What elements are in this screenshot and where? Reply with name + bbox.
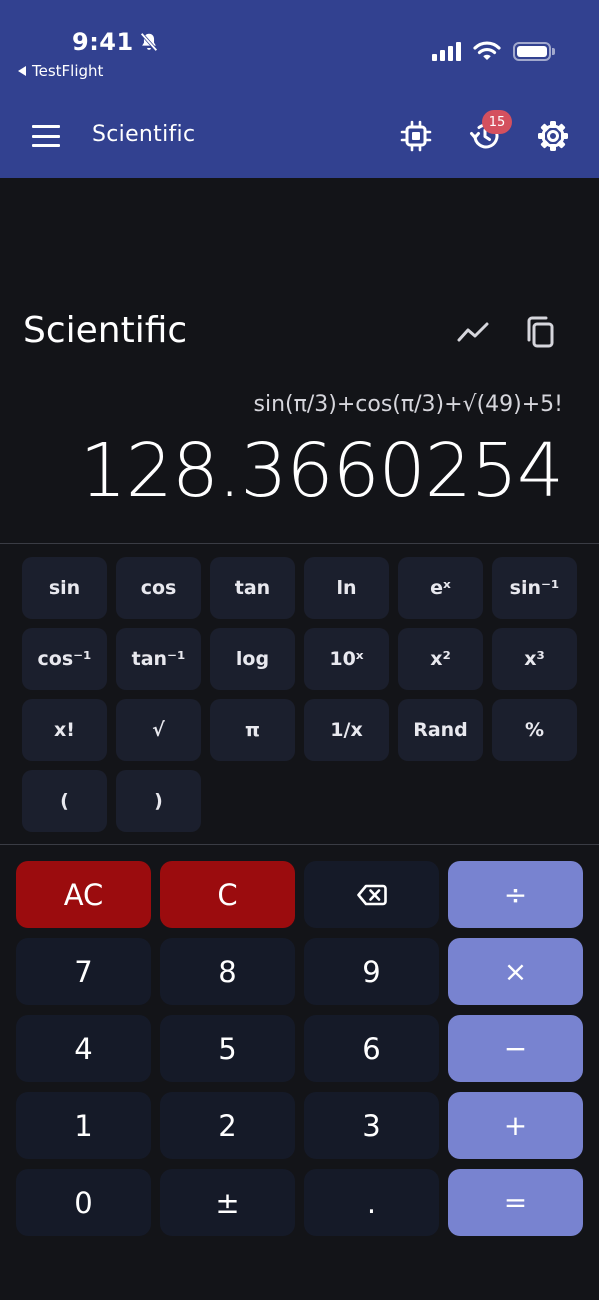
divide-button[interactable]: ÷ xyxy=(448,861,583,928)
digit-5-button[interactable]: 5 xyxy=(160,1015,295,1082)
display-mode-title: Scientific xyxy=(23,310,188,351)
sci-key-button[interactable]: √ xyxy=(116,699,201,761)
sci-key-button[interactable]: ( xyxy=(22,770,107,832)
plus-minus-button[interactable]: ± xyxy=(160,1169,295,1236)
trend-line-icon[interactable] xyxy=(455,314,491,350)
history-count-badge: 15 xyxy=(482,110,512,134)
sci-key-button[interactable]: ln xyxy=(304,557,389,619)
gear-icon[interactable] xyxy=(536,119,570,153)
menu-icon[interactable] xyxy=(32,125,60,147)
result-value: 128.3660254 xyxy=(79,428,564,514)
plus-button[interactable]: + xyxy=(448,1092,583,1159)
sci-key-button[interactable]: π xyxy=(210,699,295,761)
digit-4-button[interactable]: 4 xyxy=(16,1015,151,1082)
expression-text: sin(π/3)+cos(π/3)+√(49)+5! xyxy=(253,392,563,417)
digit-1-button[interactable]: 1 xyxy=(16,1092,151,1159)
divider-top xyxy=(0,543,599,544)
back-app-label: TestFlight xyxy=(32,62,104,80)
sci-key-button[interactable]: x³ xyxy=(492,628,577,690)
sci-key-button[interactable]: 1/x xyxy=(304,699,389,761)
divider-bottom xyxy=(0,844,599,845)
sci-key-button[interactable]: Rand xyxy=(398,699,483,761)
all-clear-button[interactable]: AC xyxy=(16,861,151,928)
battery-icon xyxy=(513,41,555,61)
sci-key-button[interactable]: cos xyxy=(116,557,201,619)
main-keypad: AC C ÷ 7 8 9 × 4 5 6 − 1 2 3 + 0 ± . = xyxy=(16,861,583,1236)
sci-key-button[interactable]: cos⁻¹ xyxy=(22,628,107,690)
digit-8-button[interactable]: 8 xyxy=(160,938,295,1005)
back-to-testflight[interactable]: TestFlight xyxy=(18,62,103,80)
digit-7-button[interactable]: 7 xyxy=(16,938,151,1005)
backspace-icon xyxy=(356,884,387,905)
wifi-icon xyxy=(473,41,501,60)
decimal-point-button[interactable]: . xyxy=(304,1169,439,1236)
status-icons xyxy=(432,40,555,62)
clear-button[interactable]: C xyxy=(160,861,295,928)
app-header: 9:41 TestFlight Scientific 15 xyxy=(0,0,599,178)
digit-0-button[interactable]: 0 xyxy=(16,1169,151,1236)
sci-key-button[interactable]: 10ˣ xyxy=(304,628,389,690)
backspace-button[interactable] xyxy=(304,861,439,928)
back-arrow-icon xyxy=(18,66,26,76)
copy-icon[interactable] xyxy=(523,314,559,350)
minus-button[interactable]: − xyxy=(448,1015,583,1082)
sci-key-button[interactable]: eˣ xyxy=(398,557,483,619)
sci-key-button[interactable]: ) xyxy=(116,770,201,832)
chip-icon[interactable] xyxy=(399,119,433,153)
sci-key-button[interactable]: log xyxy=(210,628,295,690)
digit-2-button[interactable]: 2 xyxy=(160,1092,295,1159)
scientific-keypad: sin cos tan ln eˣ sin⁻¹ cos⁻¹ tan⁻¹ log 10ˣ x² x³ x!… xyxy=(22,557,577,832)
digit-3-button[interactable]: 3 xyxy=(304,1092,439,1159)
sci-key-button[interactable]: sin⁻¹ xyxy=(492,557,577,619)
digit-6-button[interactable]: 6 xyxy=(304,1015,439,1082)
app-bar-title: Scientific xyxy=(92,122,196,147)
sci-key-button[interactable]: x! xyxy=(22,699,107,761)
sci-key-button[interactable]: x² xyxy=(398,628,483,690)
sci-key-button[interactable]: tan⁻¹ xyxy=(116,628,201,690)
bell-muted-icon xyxy=(140,32,158,52)
equals-button[interactable]: = xyxy=(448,1169,583,1236)
cellular-signal-icon xyxy=(432,41,461,61)
sci-key-button[interactable]: % xyxy=(492,699,577,761)
digit-9-button[interactable]: 9 xyxy=(304,938,439,1005)
status-time-text: 9:41 xyxy=(72,28,134,56)
status-time: 9:41 xyxy=(72,28,160,56)
sci-key-button[interactable]: tan xyxy=(210,557,295,619)
sci-key-button[interactable]: sin xyxy=(22,557,107,619)
multiply-button[interactable]: × xyxy=(448,938,583,1005)
